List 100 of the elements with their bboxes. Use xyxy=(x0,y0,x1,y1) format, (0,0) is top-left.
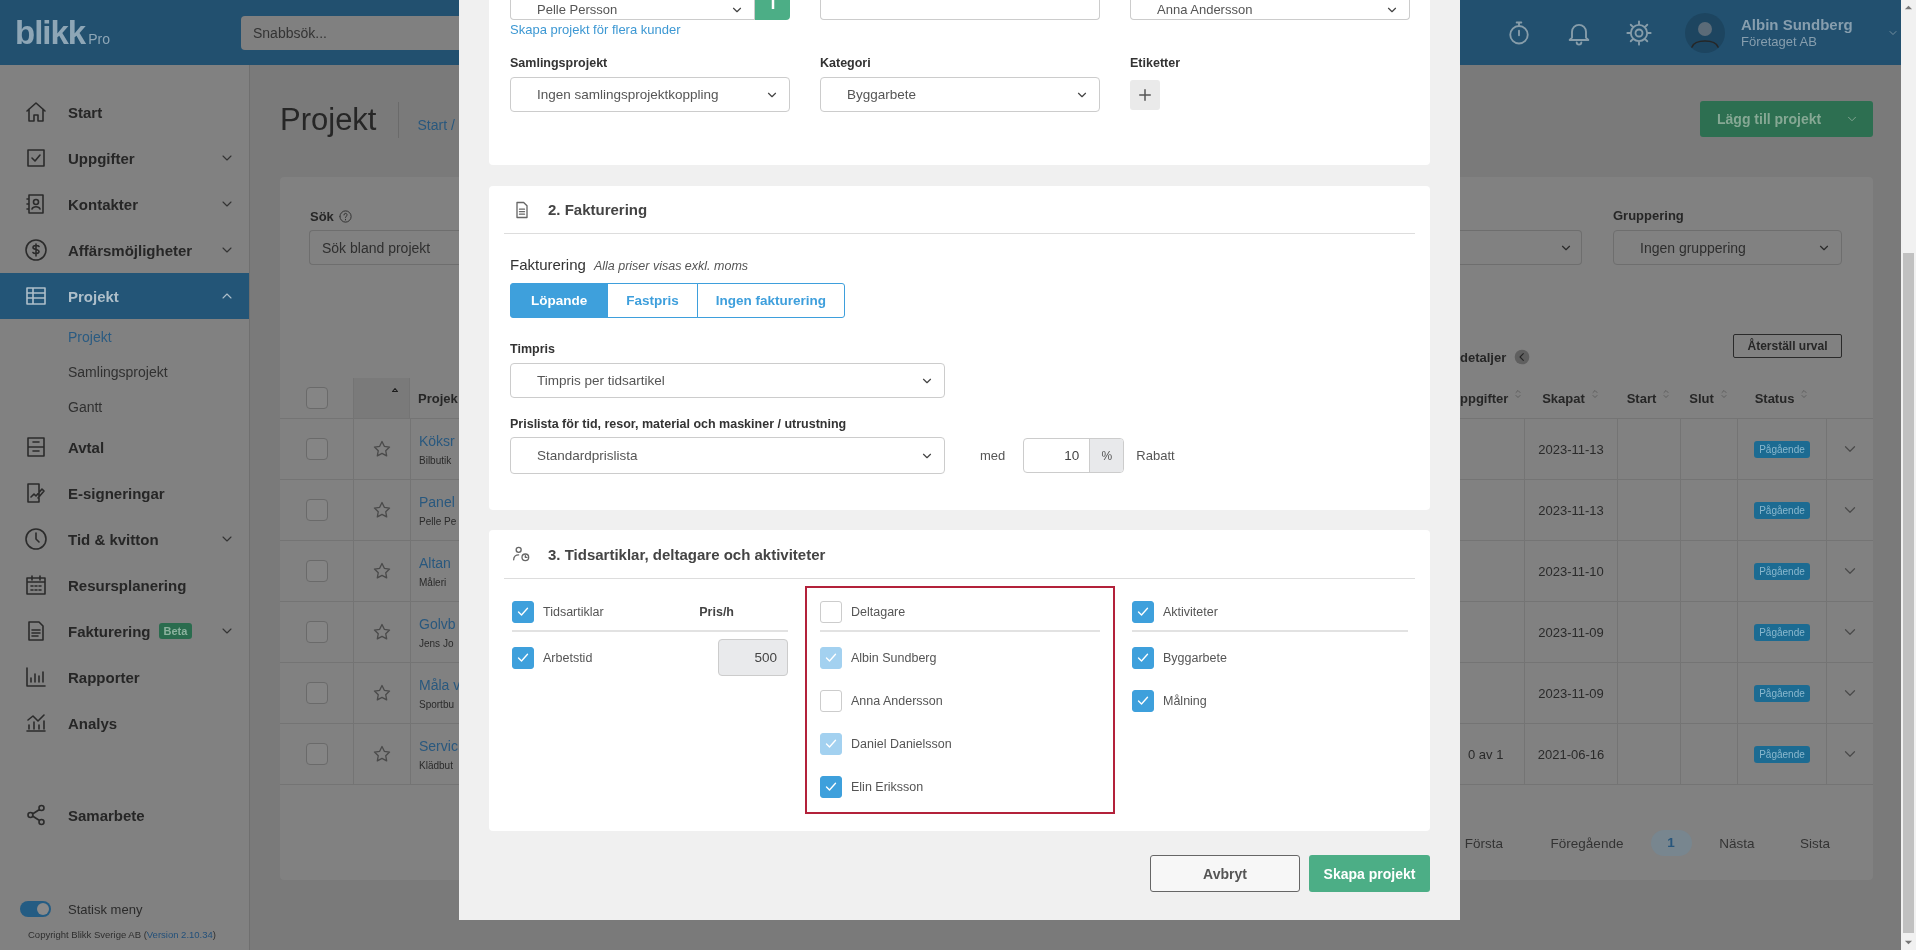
discount-field[interactable]: 10 % xyxy=(1023,438,1125,473)
checkbox[interactable] xyxy=(1132,646,1154,669)
scroll-up-icon[interactable] xyxy=(1904,3,1913,12)
details-toggle-text[interactable]: detaljer xyxy=(1460,349,1507,365)
billing-mode-tab[interactable]: Ingen fakturering xyxy=(696,283,846,318)
customer-text: Pelle Pe xyxy=(419,515,458,527)
column-header[interactable]: Projek xyxy=(418,390,459,406)
column-header[interactable]: Slut xyxy=(1689,390,1714,406)
sidebar-item[interactable]: Rapporter xyxy=(0,654,249,700)
status-badge: Pågående xyxy=(1754,440,1810,458)
search-field[interactable]: Sök bland projekt xyxy=(309,230,459,265)
checkbox[interactable] xyxy=(1132,601,1154,623)
project-link[interactable]: Servic xyxy=(419,737,459,754)
star-icon[interactable] xyxy=(372,500,392,520)
select-field[interactable] xyxy=(1460,230,1582,265)
select-field[interactable]: Ingen gruppering xyxy=(1613,230,1842,265)
sidebar-item[interactable]: Avtal xyxy=(0,424,249,470)
scrollbar-thumb[interactable] xyxy=(1903,253,1914,933)
chevron-left-icon[interactable] xyxy=(1514,349,1531,365)
checkbox[interactable] xyxy=(512,646,534,669)
sidebar-item[interactable]: Analys xyxy=(0,700,249,746)
column-header[interactable]: Skapat xyxy=(1542,390,1585,406)
avatar-icon[interactable] xyxy=(1685,12,1725,53)
help-icon xyxy=(337,208,353,224)
sidebar-item[interactable]: Projekt xyxy=(0,273,249,319)
star-icon[interactable] xyxy=(372,439,392,459)
sidebar-item[interactable]: Tid & kvitton xyxy=(0,516,249,562)
create-project-button[interactable]: Skapa projekt xyxy=(1309,855,1430,892)
multi-customer-link[interactable]: Skapa projekt för flera kunder xyxy=(510,22,681,38)
status-badge: Pågående xyxy=(1754,501,1810,519)
checkbox-label: Tidsartiklar xyxy=(543,605,604,619)
star-icon[interactable] xyxy=(372,622,392,642)
select-field[interactable]: Ingen samlingsprojektkoppling xyxy=(510,77,790,112)
table-cell: 2023-11-09 xyxy=(1538,624,1604,640)
scrollbar[interactable] xyxy=(1901,0,1916,950)
pagination-item[interactable]: Första xyxy=(1460,835,1508,851)
star-icon[interactable] xyxy=(372,744,392,764)
billing-mode-tab[interactable]: Löpande xyxy=(510,283,609,318)
checkbox[interactable] xyxy=(305,387,328,409)
status-badge: Pågående xyxy=(1754,562,1810,580)
project-link[interactable]: Köksr xyxy=(419,432,459,449)
status-badge: Pågående xyxy=(1754,745,1810,763)
settings-icon[interactable] xyxy=(1625,18,1653,47)
project-link[interactable]: Golvb xyxy=(419,615,459,632)
filter-label: Gruppering xyxy=(1613,207,1685,225)
drawer-icon xyxy=(24,435,48,459)
logo[interactable]: blikk Pro xyxy=(15,13,110,52)
sidebar-item[interactable]: Kontakter xyxy=(0,181,249,227)
checkbox[interactable] xyxy=(305,621,328,643)
checkbox[interactable] xyxy=(305,560,328,582)
scroll-down-icon[interactable] xyxy=(1904,938,1913,947)
checkbox[interactable] xyxy=(1132,689,1154,712)
star-icon[interactable] xyxy=(372,561,392,581)
sidebar-item[interactable]: Affärsmöjligheter xyxy=(0,227,249,273)
sidebar-item[interactable]: E-signeringar xyxy=(0,470,249,516)
toggle-switch[interactable] xyxy=(20,901,51,917)
checkbox[interactable] xyxy=(820,775,842,798)
add-button[interactable] xyxy=(755,0,790,20)
line-chart-icon xyxy=(24,711,48,735)
checkbox[interactable] xyxy=(305,743,328,765)
field-label: Timpris xyxy=(510,341,556,358)
checkbox[interactable] xyxy=(305,682,328,704)
column-header[interactable]: Start xyxy=(1626,390,1657,406)
select-field[interactable]: Timpris per tidsartikel xyxy=(510,363,945,398)
pagination-item[interactable]: 1 xyxy=(1650,830,1692,856)
add-project-button[interactable]: Lägg till projekt xyxy=(1700,101,1873,137)
input-field[interactable] xyxy=(820,0,1100,20)
field-label: Prislista för tid, resor, material och maskiner / utrustning xyxy=(510,416,848,433)
price-field[interactable]: 500 xyxy=(718,639,788,676)
checkbox-label: Deltagare xyxy=(851,605,906,619)
project-link[interactable]: Panel xyxy=(419,493,459,510)
column-header[interactable]: Status xyxy=(1754,390,1795,406)
checkbox[interactable] xyxy=(305,438,328,460)
search-field[interactable]: Snabbsök... xyxy=(241,15,459,50)
star-icon[interactable] xyxy=(372,683,392,703)
select-field[interactable]: Standardprislista xyxy=(510,437,945,474)
checkbox[interactable] xyxy=(305,499,328,521)
sidebar-subitem[interactable]: Samlingsprojekt xyxy=(0,354,168,389)
billing-mode-tab[interactable]: Fastpris xyxy=(607,283,698,318)
sidebar-item[interactable]: Uppgifter xyxy=(0,135,249,181)
reset-button[interactable]: Återställ urval xyxy=(1733,334,1842,358)
cancel-button[interactable]: Avbryt xyxy=(1150,855,1300,892)
checkbox-label: Albin Sundberg xyxy=(851,650,937,665)
project-link[interactable]: Altan xyxy=(419,554,459,571)
pagination-item[interactable]: Nästa xyxy=(1707,835,1767,851)
select-field[interactable]: Anna Andersson xyxy=(1130,0,1410,20)
field-label: Samlingsprojekt xyxy=(510,56,609,70)
add-tag-button[interactable] xyxy=(1130,80,1160,110)
pagination-item[interactable]: Sista xyxy=(1785,835,1845,851)
sidebar-item[interactable]: Samarbete xyxy=(0,792,249,838)
billing-note: Alla priser visas exkl. moms xyxy=(593,259,749,273)
pagination-item[interactable]: Föregående xyxy=(1539,835,1635,851)
sidebar-item[interactable]: Resursplanering xyxy=(0,562,249,608)
select-field[interactable]: Pelle Persson xyxy=(510,0,755,20)
checkbox[interactable] xyxy=(512,601,534,623)
sidebar-item[interactable]: Fakturering Beta xyxy=(0,608,249,654)
column-header[interactable]: ppgifter xyxy=(1460,390,1509,406)
sidebar-item[interactable]: Start xyxy=(0,89,249,135)
select-field[interactable]: Byggarbete xyxy=(820,77,1100,112)
sidebar-subitem[interactable]: Gantt xyxy=(0,389,103,424)
